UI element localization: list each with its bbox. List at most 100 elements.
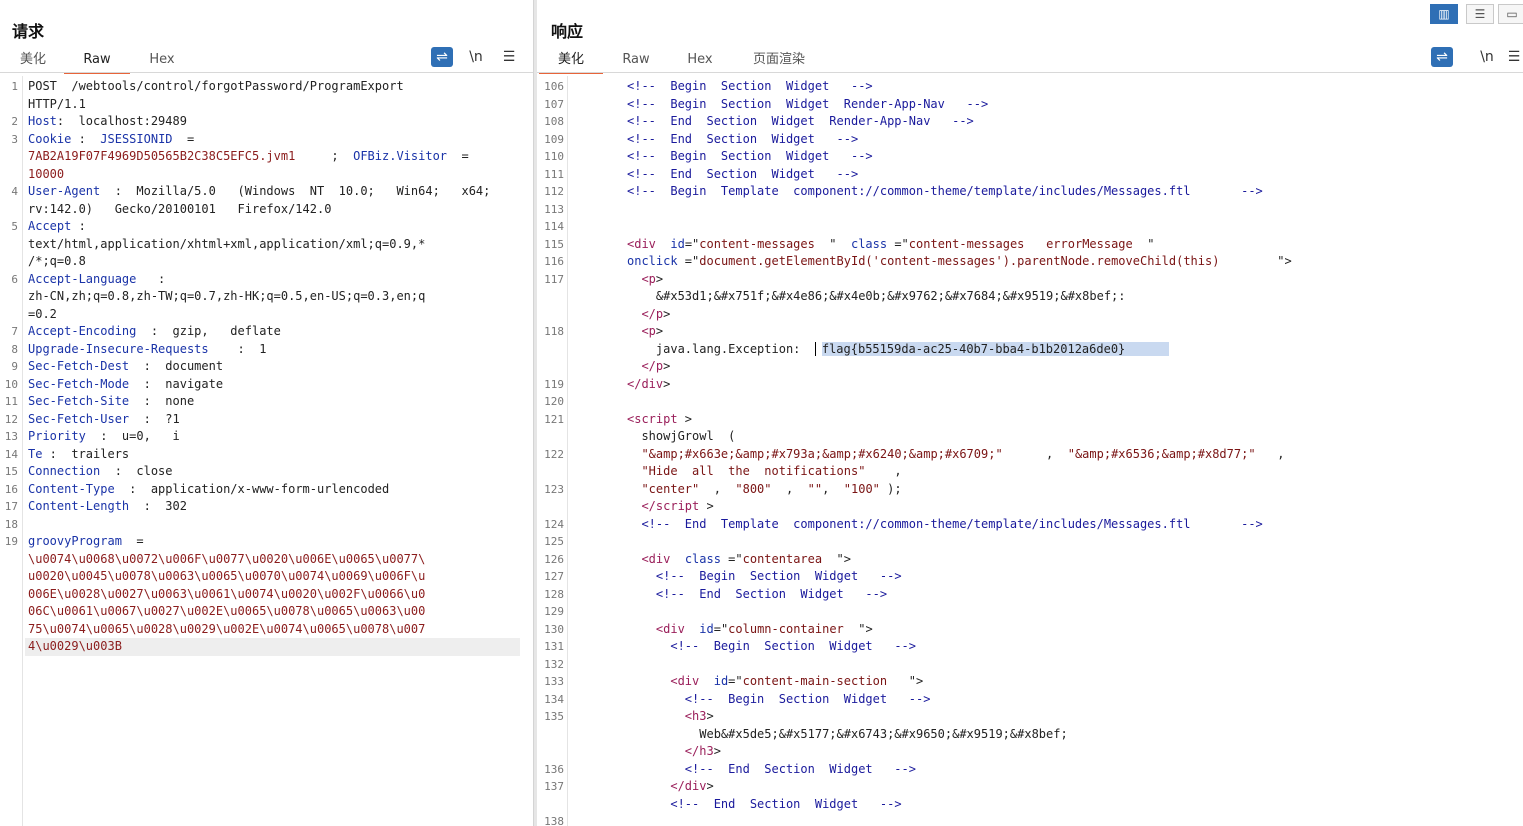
token-text: HTTP/1.1 (28, 96, 86, 111)
token-text: , (699, 481, 736, 496)
token-key: Te (28, 446, 43, 461)
line-number: 135 (544, 710, 564, 723)
line-number: 119 (544, 377, 564, 391)
response-tab-hex[interactable]: Hex (679, 50, 721, 72)
code-line: </div> (627, 376, 670, 394)
response-tab-raw[interactable]: Raw (615, 50, 657, 72)
token-tag: <div (655, 621, 685, 636)
token-text: : application/x-www-form-urlencoded (114, 481, 390, 496)
code-line: <div id="content-messages " class ="cont… (627, 236, 1154, 254)
line-number: 130 (544, 622, 564, 636)
token-key: Content-Length (28, 499, 130, 513)
code-line: Content-Type : application/x-www-form-ur… (28, 481, 389, 499)
token-comment: <!-- End Section Widget --> (627, 131, 859, 146)
code-line: "Hide all the notifications" , (627, 463, 901, 481)
response-tabs: 美化 Raw Hex 页面渲染 (537, 50, 1523, 74)
token-text: : 1 (208, 341, 267, 356)
code-line: =0.2 (28, 306, 57, 324)
line-number: 19 (4, 535, 18, 548)
token-text: : (71, 131, 101, 146)
response-pane: 响应 ▥ ☰ ▭ 美化 Raw Hex 页面渲染 ⇌ \n ☰ 106 <!-- … (537, 0, 1523, 826)
code-line: 006E\u0028\u0027\u0063\u0061\u0074\u0020… (28, 586, 425, 604)
token-tag: <p (641, 271, 656, 286)
line-number: 127 (544, 570, 564, 583)
response-tab-pretty[interactable]: 美化 (539, 50, 603, 74)
code-line: <!-- End Template component://common-the… (627, 516, 1263, 534)
request-wrap-toggle-icon[interactable]: ⇌ (431, 47, 453, 67)
line-number: 115 (544, 237, 564, 251)
code-line: <!-- Begin Section Widget --> (627, 638, 916, 656)
token-text: =" (713, 621, 729, 636)
request-menu-icon[interactable]: ☰ (498, 47, 520, 67)
code-line: <div id="column-container "> (627, 621, 873, 639)
split-view-icon[interactable]: ▥ (1430, 4, 1458, 24)
line-number: 16 (4, 482, 18, 496)
horizontal-view-icon[interactable]: ☰ (1466, 4, 1494, 24)
token-text: =" (728, 674, 743, 688)
request-tab-hex[interactable]: Hex (140, 50, 184, 72)
code-line: groovyProgram = (28, 533, 144, 551)
single-view-icon[interactable]: ▭ (1498, 4, 1523, 24)
token-tag: <div (627, 236, 656, 251)
text-cursor (814, 342, 816, 356)
token-value: u0020\u0045\u0078\u0063\u0065\u0070\u007… (28, 569, 426, 583)
code-line: Accept : (28, 218, 86, 236)
response-editor[interactable]: 106 <!-- Begin Section Widget --> 107 <!-- … (537, 76, 1523, 826)
request-tab-raw[interactable]: Raw (64, 50, 130, 74)
line-number: 3 (11, 132, 18, 146)
token-text: > (663, 376, 671, 391)
token-text: > (706, 779, 714, 793)
token-comment: <!-- Begin Template component://common-t… (627, 184, 1263, 198)
line-number: 15 (4, 465, 18, 478)
response-tab-render[interactable]: 页面渲染 (747, 50, 811, 72)
request-editor[interactable]: 1 POST /webtools/control/forgotPassword/P… (0, 76, 533, 826)
token-string: "&amp;#x6536;&amp;#x8d77;" (1067, 446, 1256, 461)
token-key: Cookie (28, 131, 72, 146)
line-number: 122 (544, 447, 564, 461)
token-string: "" (807, 481, 823, 496)
code-line: </p> (627, 306, 670, 324)
token-key: Sec-Fetch-Site (28, 394, 130, 408)
line-number: 124 (544, 517, 564, 531)
token-text: : (71, 219, 86, 233)
token-text: > (655, 271, 664, 286)
token-tag: </p (641, 306, 664, 321)
line-number: 11 (4, 395, 18, 408)
code-line: Connection : close (28, 463, 173, 481)
line-number: 113 (544, 202, 564, 216)
code-line: text/html,application/xhtml+xml,applicat… (28, 236, 425, 254)
code-line: u0020\u0045\u0078\u0063\u0065\u0070\u007… (28, 568, 425, 586)
token-tag: <div (670, 674, 700, 688)
request-tab-pretty[interactable]: 美化 (14, 50, 52, 72)
token-text: > (655, 324, 664, 338)
code-line: <div class ="contentarea "> (627, 551, 851, 569)
request-newline-toggle[interactable]: \n (465, 47, 487, 67)
code-line: <!-- Begin Section Widget --> (627, 78, 873, 96)
code-line: <p> (627, 271, 663, 289)
token-text: =" (887, 236, 909, 251)
line-number: 17 (4, 500, 18, 513)
token-comment: <!-- End Template component://common-the… (641, 516, 1263, 531)
token-value: 10000 (28, 166, 65, 181)
response-newline-toggle[interactable]: \n (1476, 47, 1498, 67)
token-tag: <div (641, 551, 671, 566)
code-line: Te : trailers (28, 446, 129, 464)
token-string: content-messages errorMessage (908, 236, 1133, 251)
line-number: 126 (544, 552, 564, 566)
token-text: : gzip, deflate (136, 324, 281, 338)
response-menu-icon[interactable]: ☰ (1503, 47, 1523, 67)
response-wrap-toggle-icon[interactable]: ⇌ (1431, 47, 1453, 67)
token-text: ; (295, 149, 354, 163)
token-string: "100" (843, 481, 880, 496)
